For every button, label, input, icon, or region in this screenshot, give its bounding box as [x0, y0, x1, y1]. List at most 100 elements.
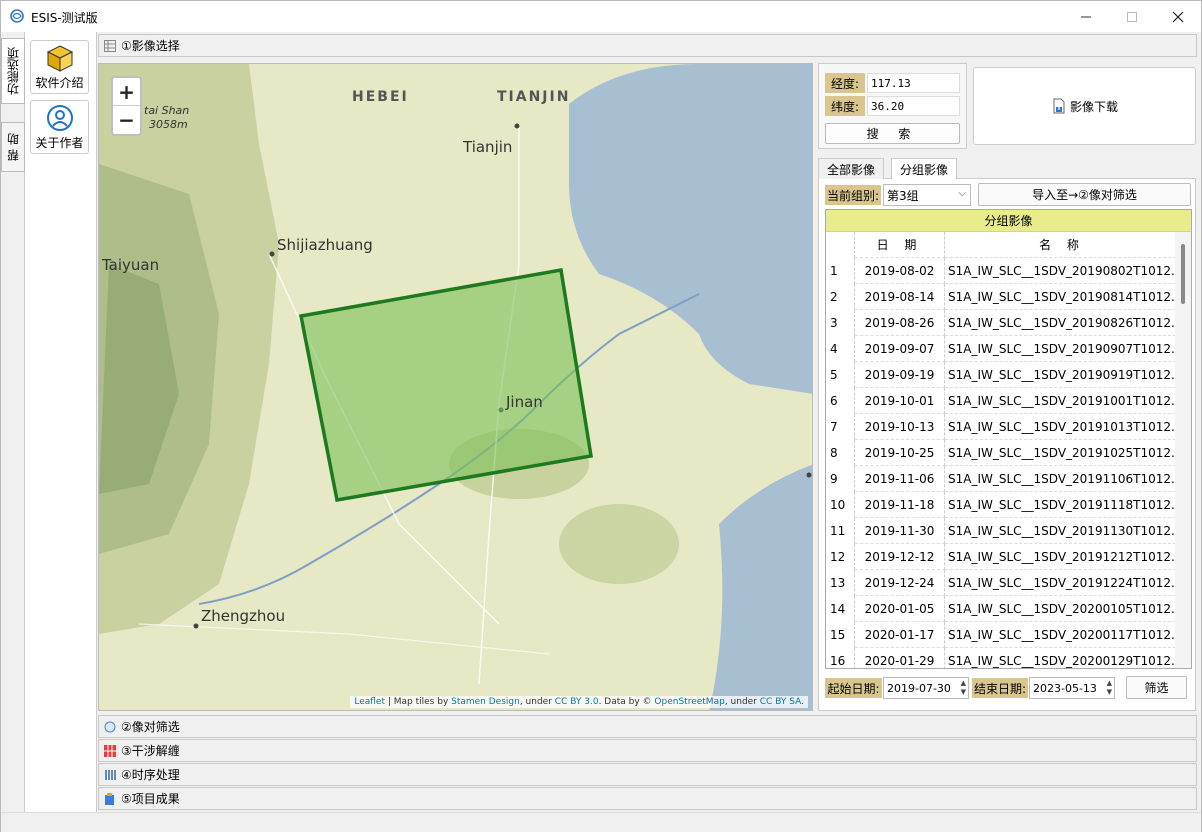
table-row[interactable]: 6 2019-10-01 S1A_IW_SLC__1SDV_20191001T101…	[826, 388, 1176, 414]
row-name: S1A_IW_SLC__1SDV_20191013T1012...	[945, 414, 1176, 440]
row-index: 9	[826, 466, 855, 492]
date-filter-bar: 起始日期: 2019-07-30 ▲ ▼ 结束日期: 2023-05-13 ▲ ▼ …	[825, 673, 1192, 703]
table-row[interactable]: 9 2019-11-06 S1A_IW_SLC__1SDV_20191106T101…	[826, 466, 1176, 492]
row-date: 2019-08-02	[855, 258, 945, 284]
image-download-label: 影像下载	[1069, 99, 1118, 114]
scrollbar-thumb[interactable]	[1181, 244, 1185, 304]
table-row[interactable]: 13 2019-12-24 S1A_IW_SLC__1SDV_20191224T10…	[826, 570, 1176, 596]
row-date: 2020-01-05	[855, 596, 945, 622]
about-author-button[interactable]: 关于作者	[30, 100, 89, 154]
start-date-label: 起始日期:	[825, 678, 882, 698]
section-timeseries[interactable]: ④时序处理	[98, 763, 1197, 786]
attribution-text-4: , under	[724, 697, 760, 707]
start-date-value: 2019-07-30	[887, 681, 951, 695]
table-row[interactable]: 16 2020-01-29 S1A_IW_SLC__1SDV_20200129T10…	[826, 648, 1176, 668]
row-name: S1A_IW_SLC__1SDV_20200105T1012...	[945, 596, 1176, 622]
longitude-label: 经度:	[825, 73, 865, 93]
row-name: S1A_IW_SLC__1SDV_20191212T1012...	[945, 544, 1176, 570]
map-label-tianjin-region: TIANJIN	[497, 89, 570, 105]
group-select[interactable]: 第3组 ⌵	[883, 184, 971, 206]
table-row[interactable]: 8 2019-10-25 S1A_IW_SLC__1SDV_20191025T101…	[826, 440, 1176, 466]
row-name: S1A_IW_SLC__1SDV_20200117T1012...	[945, 622, 1176, 648]
row-index: 8	[826, 440, 855, 466]
table-title: 分组影像	[826, 210, 1191, 232]
tab-help-label: 帮 助	[6, 133, 21, 161]
vertical-tab-bar: 功能选项 帮 助	[1, 32, 25, 812]
start-date-field[interactable]: 2019-07-30 ▲ ▼	[883, 677, 969, 699]
filter-button[interactable]: 筛选	[1126, 676, 1187, 699]
leaflet-link[interactable]: Leaflet	[354, 697, 385, 707]
table-row[interactable]: 12 2019-12-12 S1A_IW_SLC__1SDV_20191212T10…	[826, 544, 1176, 570]
row-date: 2019-11-18	[855, 492, 945, 518]
header-date[interactable]: 日 期	[855, 232, 945, 258]
table-row[interactable]: 3 2019-08-26 S1A_IW_SLC__1SDV_20190826T101…	[826, 310, 1176, 336]
section-image-selection[interactable]: ①影像选择	[98, 34, 1197, 57]
clipboard-icon	[103, 792, 117, 806]
longitude-field[interactable]: 117.13	[867, 73, 960, 93]
table-row[interactable]: 10 2019-11-18 S1A_IW_SLC__1SDV_20191118T10…	[826, 492, 1176, 518]
zoom-in-button[interactable]: +	[113, 78, 140, 106]
maximize-button[interactable]	[1109, 1, 1155, 32]
row-date: 2019-12-24	[855, 570, 945, 596]
table-row[interactable]: 5 2019-09-19 S1A_IW_SLC__1SDV_20190919T101…	[826, 362, 1176, 388]
row-name: S1A_IW_SLC__1SDV_20200129T1012...	[945, 648, 1176, 668]
row-index: 14	[826, 596, 855, 622]
table-header: 日 期 名 称	[826, 232, 1176, 258]
row-name: S1A_IW_SLC__1SDV_20190907T1012...	[945, 336, 1176, 362]
tab-all-images[interactable]: 全部影像	[818, 158, 885, 179]
osm-link[interactable]: OpenStreetMap	[654, 697, 724, 707]
table-row[interactable]: 11 2019-11-30 S1A_IW_SLC__1SDV_20191130T10…	[826, 518, 1176, 544]
tab-help[interactable]: 帮 助	[1, 122, 25, 172]
section-results-label: ⑤项目成果	[121, 792, 180, 806]
header-name[interactable]: 名 称	[945, 232, 1176, 258]
circle-icon	[103, 720, 117, 734]
maximize-icon	[1127, 11, 1137, 22]
spinner-icon[interactable]: ▲ ▼	[961, 679, 966, 697]
ccby-link[interactable]: CC BY 3.0	[555, 697, 599, 707]
section-timeseries-label: ④时序处理	[121, 768, 180, 782]
section-interferogram-label: ③干涉解缠	[121, 744, 180, 758]
spinner-icon[interactable]: ▲ ▼	[1107, 679, 1112, 697]
row-index: 10	[826, 492, 855, 518]
minimize-button[interactable]	[1063, 1, 1109, 32]
row-date: 2019-11-30	[855, 518, 945, 544]
header-index	[826, 232, 855, 258]
section-image-selection-label: ①影像选择	[121, 39, 180, 53]
section-results[interactable]: ⑤项目成果	[98, 787, 1197, 810]
import-to-pair-filter-button[interactable]: 导入至→②像对筛选	[978, 183, 1191, 206]
map-view[interactable]: HEBEI TIANJIN Tianjin Shijiazhuang Taiyu…	[98, 63, 813, 711]
ccbysa-link[interactable]: CC BY SA	[760, 697, 801, 707]
right-panel: 经度: 117.13 纬度: 36.20 搜 索 影像下载 全部影像 分组影像 …	[818, 63, 1196, 711]
table-scrollbar[interactable]	[1175, 232, 1191, 668]
image-download-button[interactable]: 影像下载	[973, 67, 1196, 145]
latitude-field[interactable]: 36.20	[867, 96, 960, 116]
map-label-jinan: Jinan	[505, 393, 543, 411]
tab-functions[interactable]: 功能选项	[1, 38, 25, 104]
row-date: 2019-12-12	[855, 544, 945, 570]
row-date: 2019-08-14	[855, 284, 945, 310]
section-interferogram[interactable]: ③干涉解缠	[98, 739, 1197, 762]
table-row[interactable]: 14 2020-01-05 S1A_IW_SLC__1SDV_20200105T10…	[826, 596, 1176, 622]
tab-grouped-images[interactable]: 分组影像	[891, 158, 958, 179]
row-date: 2019-10-01	[855, 388, 945, 414]
table-row[interactable]: 2 2019-08-14 S1A_IW_SLC__1SDV_20190814T101…	[826, 284, 1176, 310]
latitude-label: 纬度:	[825, 96, 865, 116]
row-index: 13	[826, 570, 855, 596]
table-row[interactable]: 1 2019-08-02 S1A_IW_SLC__1SDV_20190802T101…	[826, 258, 1176, 284]
software-intro-button[interactable]: 软件介绍	[30, 40, 89, 94]
row-name: S1A_IW_SLC__1SDV_20190814T1012...	[945, 284, 1176, 310]
map-label-peak-elev: 3058m	[149, 118, 188, 131]
stamen-link[interactable]: Stamen Design	[451, 697, 520, 707]
section-pair-filter[interactable]: ②像对筛选	[98, 715, 1197, 738]
search-button[interactable]: 搜 索	[825, 123, 960, 144]
map-label-shijiazhuang: Shijiazhuang	[277, 236, 373, 254]
table-row[interactable]: 4 2019-09-07 S1A_IW_SLC__1SDV_20190907T101…	[826, 336, 1176, 362]
table-row[interactable]: 7 2019-10-13 S1A_IW_SLC__1SDV_20191013T101…	[826, 414, 1176, 440]
end-date-field[interactable]: 2023-05-13 ▲ ▼	[1029, 677, 1115, 699]
table-row[interactable]: 15 2020-01-17 S1A_IW_SLC__1SDV_20200117T10…	[826, 622, 1176, 648]
coordinate-box: 经度: 117.13 纬度: 36.20 搜 索	[818, 63, 967, 149]
zoom-out-button[interactable]: −	[113, 106, 140, 134]
window-title: ESIS-测试版	[31, 11, 98, 25]
close-button[interactable]	[1155, 1, 1201, 32]
section-pair-filter-label: ②像对筛选	[121, 720, 180, 734]
